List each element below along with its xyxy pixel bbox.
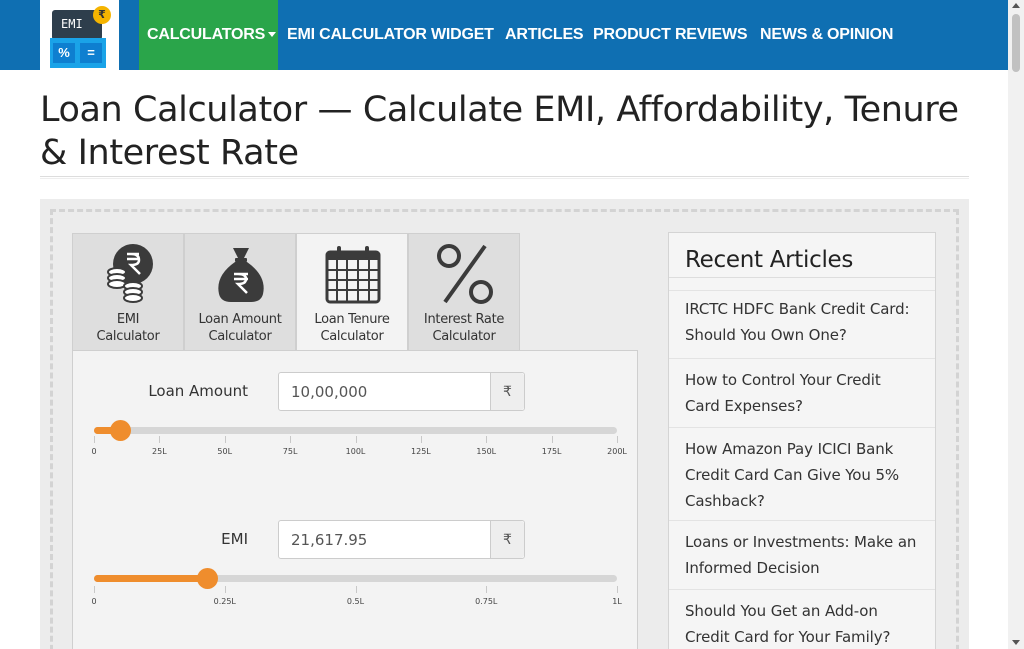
sidebar-divider <box>669 277 935 278</box>
scroll-thumb[interactable] <box>1012 14 1020 72</box>
nav-news-opinion[interactable]: NEWS & OPINION <box>760 0 893 70</box>
article-link[interactable]: How to Control Your Credit Card Expenses… <box>669 358 935 427</box>
emi-slider[interactable] <box>94 568 617 589</box>
tab-emi-label-line2: Calculator <box>96 329 160 344</box>
tab-loan-amount-label-line2: Calculator <box>208 329 272 344</box>
loan-amount-slider[interactable] <box>94 420 617 441</box>
scroll-up-icon[interactable] <box>1012 3 1020 8</box>
scale-tick <box>224 436 226 443</box>
emi-scale: 0 0.25L 0.5L 0.75L 1L <box>91 586 622 606</box>
scale-tick-label: 100L <box>345 447 366 456</box>
loan-amount-label: Loan Amount <box>148 382 248 400</box>
scale-tick-label: 0 <box>91 447 97 456</box>
money-bag-icon <box>218 248 264 302</box>
tab-loan-tenure-label-line1: Loan Tenure <box>314 312 390 327</box>
scale-tick <box>224 586 226 593</box>
scale-tick-label: 150L <box>476 447 497 456</box>
article-link[interactable]: Should You Get an Add-on Credit Card for… <box>669 589 935 649</box>
scale-tick-label: 1L <box>612 597 622 606</box>
loan-amount-scale: 0 25L 50L 75L 100L 125L 150L 175L 200L <box>91 436 627 456</box>
scale-tick-label: 75L <box>282 447 298 456</box>
scale-tick-label: 200L <box>607 447 627 456</box>
percent-icon <box>437 244 493 304</box>
tab-emi-label: EMI Calculator <box>73 311 183 345</box>
scale-tick-label: 0 <box>91 597 97 606</box>
scale-tick <box>355 436 357 443</box>
loan-amount-input[interactable] <box>279 373 491 410</box>
nav-product-reviews[interactable]: PRODUCT REVIEWS <box>593 0 748 70</box>
scale-tick-label: 0.25L <box>213 597 236 606</box>
logo-keys: % = <box>50 38 106 68</box>
scale-tick-label: 0.5L <box>346 597 365 606</box>
scale-tick <box>486 436 488 443</box>
rupee-icon: ₹ <box>490 373 524 410</box>
tab-loan-tenure-label-line2: Calculator <box>320 329 384 344</box>
top-navbar: EMI ₹ % = CALCULATORS EMI CALCULATOR WID… <box>0 0 1008 79</box>
tab-loan-amount-label: Loan Amount Calculator <box>185 311 295 345</box>
nav-calculators[interactable]: CALCULATORS <box>139 0 278 70</box>
title-divider <box>40 176 969 177</box>
scale-tick-label: 25L <box>152 447 167 456</box>
percent-key-icon: % <box>53 43 75 63</box>
scale-tick <box>617 586 618 593</box>
scroll-down-icon[interactable] <box>1012 640 1020 645</box>
page-scrollbar[interactable] <box>1008 0 1024 649</box>
emi-label: EMI <box>221 530 248 548</box>
logo-screen-text: EMI <box>61 17 83 31</box>
article-link[interactable]: Loans or Investments: Make an Informed D… <box>669 520 935 589</box>
scale-tick <box>94 436 95 443</box>
scale-tick <box>290 436 292 443</box>
tab-interest-rate-label-line1: Interest Rate <box>423 312 505 327</box>
nav-calculators-label: CALCULATORS <box>147 26 266 43</box>
page-title: Loan Calculator — Calculate EMI, Afforda… <box>40 90 959 173</box>
scale-tick <box>355 586 357 593</box>
calendar-icon <box>325 246 381 304</box>
nav-emi-calculator-widget[interactable]: EMI CALCULATOR WIDGET <box>287 0 494 70</box>
article-link[interactable]: IRCTC HDFC Bank Credit Card: Should You … <box>669 290 935 358</box>
title-divider-2 <box>40 178 969 179</box>
logo-calculator-icon: EMI ₹ % = <box>50 6 111 68</box>
caret-down-icon <box>268 32 277 38</box>
tab-interest-rate-label-line2: Calculator <box>432 329 496 344</box>
scale-tick-label: 0.75L <box>475 597 498 606</box>
scale-tick <box>159 436 161 443</box>
loan-amount-input-group: ₹ <box>278 372 525 411</box>
tab-loan-tenure-label: Loan Tenure Calculator <box>297 311 407 345</box>
scale-tick-label: 50L <box>217 447 233 456</box>
emi-input-group: ₹ <box>278 520 525 559</box>
scale-tick <box>486 586 488 593</box>
recent-articles-widget: Recent Articles IRCTC HDFC Bank Credit C… <box>668 232 936 649</box>
tab-interest-rate-calculator[interactable]: Interest Rate Calculator <box>408 233 520 351</box>
tab-loan-tenure-calculator[interactable]: Loan Tenure Calculator <box>296 233 408 352</box>
site-logo[interactable]: EMI ₹ % = <box>40 0 119 79</box>
rupee-coin-icon: ₹ <box>93 6 111 24</box>
recent-articles-title: Recent Articles <box>685 247 854 273</box>
article-link[interactable]: How Amazon Pay ICICI Bank Credit Card Ca… <box>669 427 935 520</box>
tab-emi-label-line1: EMI <box>116 312 140 327</box>
scale-tick <box>617 436 618 443</box>
scale-tick-label: 175L <box>541 447 562 456</box>
nav-articles[interactable]: ARTICLES <box>505 0 584 70</box>
tab-loan-amount-label-line1: Loan Amount <box>198 312 282 327</box>
emi-input[interactable] <box>279 521 491 558</box>
tab-interest-rate-label: Interest Rate Calculator <box>409 311 519 345</box>
coins-icon <box>107 244 153 303</box>
scale-tick-label: 125L <box>411 447 431 456</box>
tab-loan-amount-calculator[interactable]: Loan Amount Calculator <box>184 233 296 351</box>
scale-tick <box>420 436 422 443</box>
scale-tick <box>94 586 95 593</box>
rupee-icon: ₹ <box>490 521 524 558</box>
emi-slider-fill <box>94 575 207 582</box>
equals-key-icon: = <box>80 43 102 63</box>
scale-tick <box>551 436 553 443</box>
tab-emi-calculator[interactable]: EMI Calculator <box>72 233 184 351</box>
